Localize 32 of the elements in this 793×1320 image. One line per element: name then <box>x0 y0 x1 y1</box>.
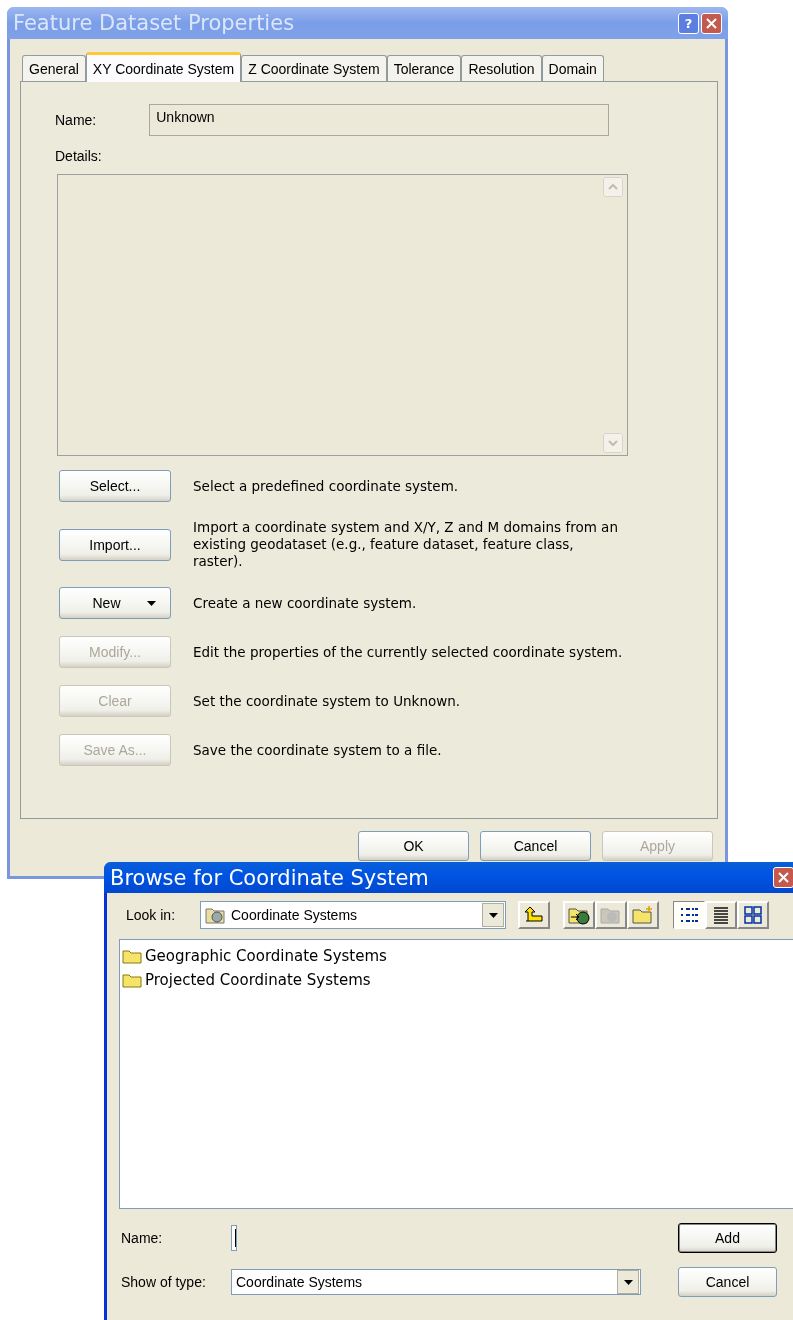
tab[interactable]: Z Coordinate System <box>241 55 387 81</box>
action-description: Create a new coordinate system. <box>193 594 418 612</box>
details-label: Details: <box>55 148 103 164</box>
window-title: Feature Dataset Properties <box>13 11 296 35</box>
window-title: Browse for Coordinate System <box>110 865 430 890</box>
tab[interactable]: Domain <box>541 55 604 81</box>
name-label: Name: <box>55 112 97 128</box>
name-label: Name: <box>121 1230 163 1246</box>
cancel-button[interactable]: Cancel <box>678 1267 777 1297</box>
tab[interactable]: Resolution <box>461 55 542 81</box>
show-type-label: Show of type: <box>121 1274 206 1290</box>
action-button[interactable]: Import... <box>59 528 171 561</box>
folder-item[interactable]: Geographic Coordinate Systems <box>145 947 387 965</box>
action-description: Select a predefined coordinate system. <box>193 477 460 495</box>
action-description: Import a coordinate system and X/Y, Z and M domains from an existing geodataset (e.g., feature dataset, feature class, raster). <box>193 519 619 570</box>
dialog-button[interactable]: OK <box>358 831 469 861</box>
action-description: Save the coordinate system to a file. <box>193 741 443 759</box>
tab[interactable]: XY Coordinate System <box>85 52 242 82</box>
name-field[interactable]: Unknown <box>149 104 610 136</box>
folder-item[interactable]: Projected Coordinate Systems <box>145 971 371 989</box>
look-in-dropdown[interactable]: Coordinate Systems <box>200 901 506 929</box>
action-description: Set the coordinate system to Unknown. <box>193 692 462 710</box>
tab[interactable]: General <box>22 55 86 81</box>
action-description: Edit the properties of the currently selected coordinate system. <box>193 643 624 661</box>
look-in-label: Look in: <box>126 907 177 923</box>
add-button[interactable]: Add <box>678 1223 777 1253</box>
dialog-button[interactable]: Cancel <box>480 831 591 861</box>
type-dropdown[interactable]: Coordinate Systems <box>231 1269 641 1295</box>
tab[interactable]: Tolerance <box>386 55 462 81</box>
action-button[interactable]: New <box>59 587 171 619</box>
help-button[interactable]: ? <box>678 12 699 34</box>
action-button[interactable]: Select... <box>59 470 171 502</box>
